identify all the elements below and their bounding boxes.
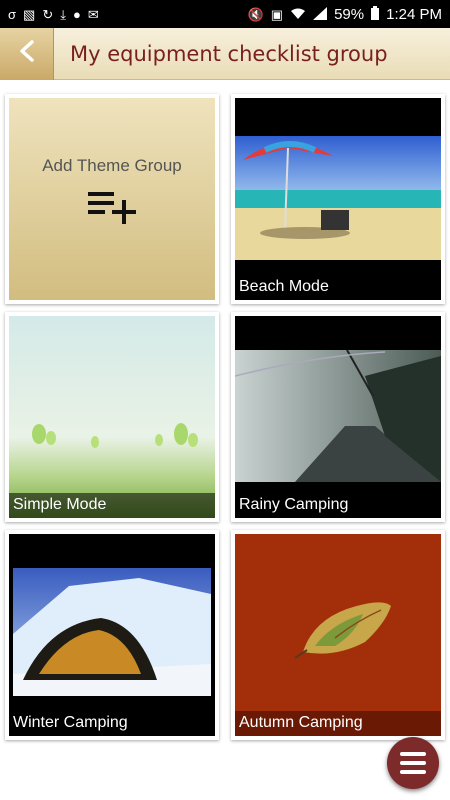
mail-icon: ✉ — [87, 6, 99, 22]
add-theme-group-tile: Add Theme Group — [9, 98, 215, 300]
add-theme-group-card[interactable]: Add Theme Group — [5, 94, 219, 304]
menu-icon-bar — [400, 770, 426, 774]
app-icon: ● — [72, 6, 81, 22]
menu-fab[interactable] — [387, 737, 439, 789]
theme-card-simple[interactable]: Simple Mode — [5, 312, 219, 522]
rainy-camping-image — [235, 349, 441, 482]
theme-card-label: Simple Mode — [9, 493, 215, 518]
theme-card-label: Rainy Camping — [235, 493, 441, 518]
notification-icon: σ — [8, 6, 17, 22]
clock: 1:24 PM — [386, 5, 442, 23]
theme-card-rainy[interactable]: Rainy Camping — [231, 312, 445, 522]
theme-card-label: Beach Mode — [235, 275, 441, 300]
beach-image — [235, 136, 441, 260]
signal-icon — [313, 6, 328, 22]
theme-card-image: Simple Mode — [9, 316, 215, 518]
battery-percent: 59% — [334, 5, 365, 23]
theme-card-label: Winter Camping — [9, 711, 215, 736]
menu-icon-bar — [400, 761, 426, 765]
status-bar: σ ▧ ↻ ⤓ ● ✉ 🔇 ▣ 59% 1:24 PM — [0, 0, 450, 28]
app-bar: My equipment checklist group — [0, 27, 450, 80]
theme-card-image: Beach Mode — [235, 98, 441, 300]
autumn-leaf-image — [294, 602, 391, 659]
nfc-icon: ▣ — [270, 6, 284, 22]
menu-icon — [400, 752, 426, 756]
back-arrow-icon — [18, 40, 36, 67]
page-title: My equipment checklist group — [70, 41, 388, 66]
theme-card-image: Rainy Camping — [235, 316, 441, 518]
theme-card-image: Winter Camping — [9, 534, 215, 736]
mute-icon: 🔇 — [247, 6, 264, 22]
theme-card-winter[interactable]: Winter Camping — [5, 530, 219, 740]
playlist-add-icon — [86, 190, 138, 231]
wifi-icon — [290, 7, 306, 22]
simple-mode-image — [32, 423, 198, 448]
winter-camping-image — [13, 568, 211, 696]
download-icon: ⤓ — [60, 6, 66, 22]
status-left: σ ▧ ↻ ⤓ ● ✉ — [8, 8, 99, 21]
theme-card-image: Autumn Camping — [235, 534, 441, 736]
photo-icon: ▧ — [23, 6, 36, 22]
theme-card-label: Autumn Camping — [235, 711, 441, 736]
status-right: 🔇 ▣ 59% 1:24 PM — [248, 6, 442, 23]
add-theme-group-label: Add Theme Group — [42, 156, 182, 175]
theme-card-autumn[interactable]: Autumn Camping — [231, 530, 445, 740]
battery-icon — [371, 6, 380, 22]
sync-icon: ↻ — [42, 6, 54, 22]
back-button[interactable] — [0, 27, 54, 80]
theme-card-beach[interactable]: Beach Mode — [231, 94, 445, 304]
